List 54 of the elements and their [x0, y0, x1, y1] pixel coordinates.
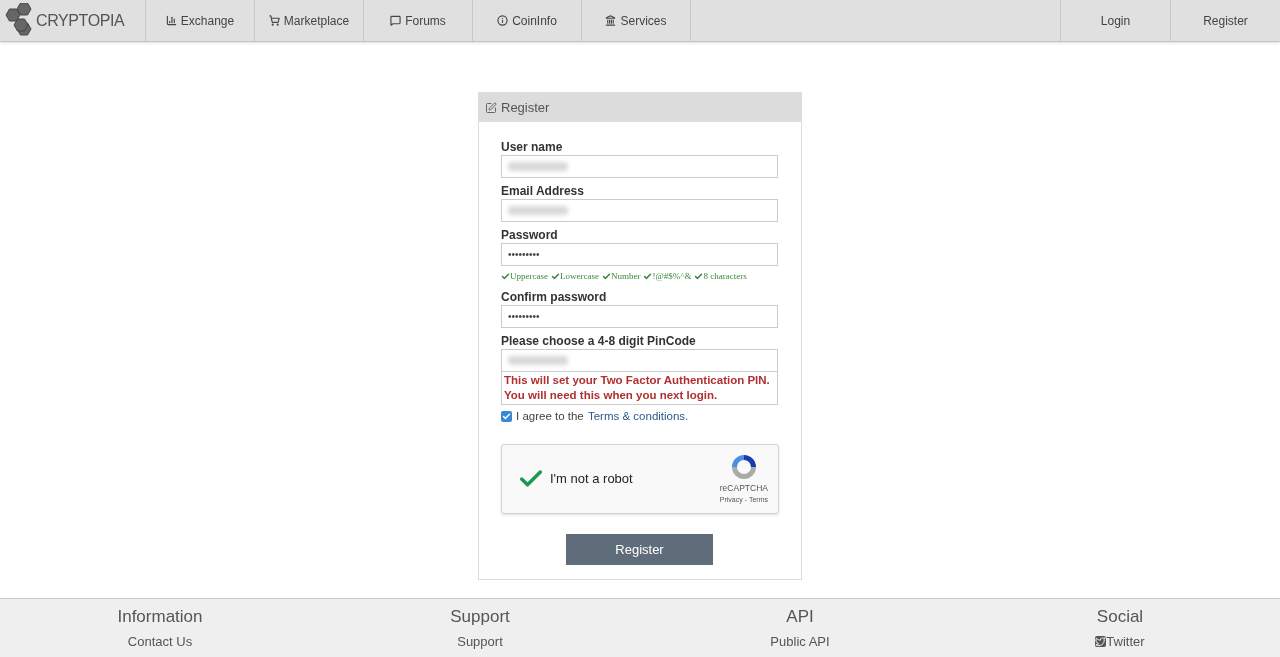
footer-heading: Support — [450, 606, 510, 628]
footer-link[interactable]: Support — [457, 632, 503, 652]
footer-link[interactable]: Contact Us — [127, 632, 193, 652]
password-rule: Uppercase — [501, 270, 548, 284]
bar-chart-icon — [165, 15, 177, 26]
masked-password: ••••••••• — [508, 309, 540, 324]
field-label: Password — [501, 227, 559, 243]
field-label: User name — [501, 139, 564, 155]
checkbox[interactable] — [501, 410, 512, 422]
agree-text: I agree to the — [516, 408, 585, 424]
recaptcha-brand: reCAPTCHA — [719, 482, 768, 495]
footer-link[interactable]: Public API — [770, 632, 830, 652]
logo-wordmark[interactable]: CRYPTOPIA — [36, 8, 125, 33]
footer-heading: Information — [117, 606, 203, 628]
twitter-icon — [1095, 636, 1107, 648]
nav-item[interactable]: Forums — [364, 0, 473, 41]
input-field[interactable]: ••••••••• — [501, 243, 778, 266]
footer-heading: API — [786, 606, 814, 628]
check-icon — [551, 272, 560, 282]
footer-heading: Social — [1096, 606, 1144, 628]
cart-icon — [268, 15, 280, 26]
field-label: Email Address — [501, 183, 585, 199]
nav-item[interactable]: Marketplace — [255, 0, 364, 41]
nav-item[interactable]: Exchange — [146, 0, 255, 41]
masked-password: ••••••••• — [508, 248, 540, 262]
card-title: Register — [501, 98, 550, 117]
nav-item[interactable]: Register — [1170, 0, 1280, 41]
check-icon — [501, 272, 510, 282]
check-icon — [502, 411, 511, 421]
password-rule: !@#$%^& — [643, 270, 692, 284]
bank-icon — [605, 15, 617, 26]
register-button[interactable]: Register — [566, 533, 713, 565]
captcha-label: I'm not a robot — [550, 470, 633, 488]
input-field[interactable]: ••••••••• — [501, 304, 778, 328]
terms-link[interactable]: Terms & conditions. — [587, 407, 689, 425]
input-field[interactable] — [501, 155, 778, 178]
input-field[interactable] — [501, 199, 778, 222]
field-label: Please choose a 4-8 digit PinCode — [501, 332, 697, 349]
info-icon — [497, 15, 509, 26]
field-label: Confirm password — [501, 288, 608, 305]
input-field[interactable] — [501, 348, 778, 372]
password-rule: Number — [601, 270, 641, 284]
password-rule: Lowercase — [551, 270, 599, 284]
edit-icon — [485, 101, 497, 114]
nav-item[interactable]: Services — [582, 0, 691, 41]
footer-link[interactable]: Twitter — [1095, 632, 1145, 652]
nav-item[interactable]: CoinInfo — [473, 0, 582, 41]
check-icon — [601, 272, 611, 282]
pin-warning: This will set your Two Factor Authentication PIN. You will need this when you next login. — [501, 371, 778, 405]
speech-bubble-icon — [390, 15, 402, 26]
check-icon — [694, 272, 704, 282]
check-icon — [643, 272, 653, 282]
nav-item[interactable]: Login — [1060, 0, 1170, 41]
password-rule: 8 characters — [694, 270, 747, 284]
